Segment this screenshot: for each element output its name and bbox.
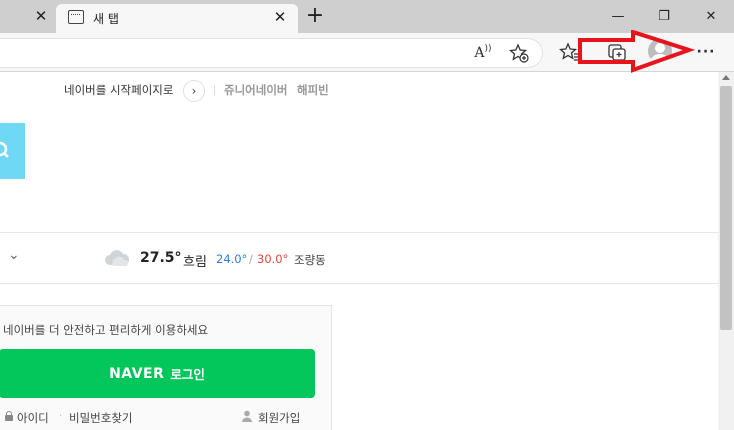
signup-link[interactable]: 회원가입 — [258, 410, 300, 426]
divider — [214, 85, 215, 95]
temperature-low: 24.0° — [216, 252, 248, 266]
dot-separator: · — [59, 411, 63, 422]
weather-bar: ⌄ 27.5° 흐림 24.0° / 30.0° 조량동 — [0, 232, 718, 284]
vertical-scrollbar[interactable] — [718, 72, 734, 430]
login-message: 네이버를 더 안전하고 편리하게 이용하세요 — [3, 323, 209, 337]
chevron-right-icon[interactable]: › — [183, 80, 205, 102]
temperature-slash: / — [249, 252, 253, 266]
search-button[interactable] — [0, 123, 25, 179]
person-icon — [242, 410, 252, 422]
set-start-page-link[interactable]: 네이버를 시작페이지로 — [64, 82, 173, 98]
scroll-thumb[interactable] — [720, 86, 732, 330]
add-favorite-icon[interactable] — [505, 39, 533, 67]
new-tab-page-icon — [68, 10, 84, 24]
restore-button[interactable]: ❐ — [641, 0, 687, 33]
address-bar[interactable]: A)) — [0, 38, 543, 68]
chevron-down-icon[interactable]: ⌄ — [8, 247, 20, 263]
naver-login-button[interactable]: NAVER 로그인 — [0, 349, 315, 398]
find-id-link[interactable]: 아이디 — [17, 410, 49, 426]
happybean-link[interactable]: 해피빈 — [297, 82, 329, 98]
lock-icon — [5, 411, 13, 421]
tab-title: 새 탭 — [93, 12, 119, 26]
close-window-button[interactable]: ✕ — [688, 0, 734, 33]
new-tab-button[interactable]: + — [303, 2, 327, 28]
read-aloud-icon[interactable]: A)) — [469, 39, 497, 67]
weather-location[interactable]: 조량동 — [294, 252, 326, 268]
login-label: 로그인 — [170, 367, 205, 382]
find-password-link[interactable]: 비밀번호찾기 — [69, 410, 132, 426]
search-icon — [0, 141, 9, 158]
weather-condition: 흐림 — [183, 255, 207, 270]
temperature-high: 30.0° — [257, 252, 289, 266]
naver-page: 네이버를 시작페이지로 › 쥬니어네이버 해피빈 ⌄ 27.5° 흐림 24.0… — [0, 72, 718, 430]
temperature-now: 27.5° — [140, 250, 182, 266]
tab-strip: ✕ 새 탭 ✕ + — ❐ ✕ — [0, 0, 734, 33]
close-tab-icon[interactable]: ✕ — [33, 7, 49, 25]
minimize-button[interactable]: — — [595, 0, 641, 33]
naver-logo-text: NAVER — [109, 365, 165, 382]
login-panel: 네이버를 더 안전하고 편리하게 이용하세요 NAVER 로그인 아이디 · 비… — [0, 305, 332, 430]
close-tab-icon[interactable]: ✕ — [272, 8, 288, 26]
junior-naver-link[interactable]: 쥬니어네이버 — [224, 82, 287, 98]
scroll-up-arrow-icon[interactable] — [722, 75, 730, 80]
cloudy-icon — [105, 250, 130, 266]
red-arrow-annotation — [578, 30, 696, 73]
tab-new-tab[interactable]: 새 탭 ✕ — [56, 4, 298, 33]
